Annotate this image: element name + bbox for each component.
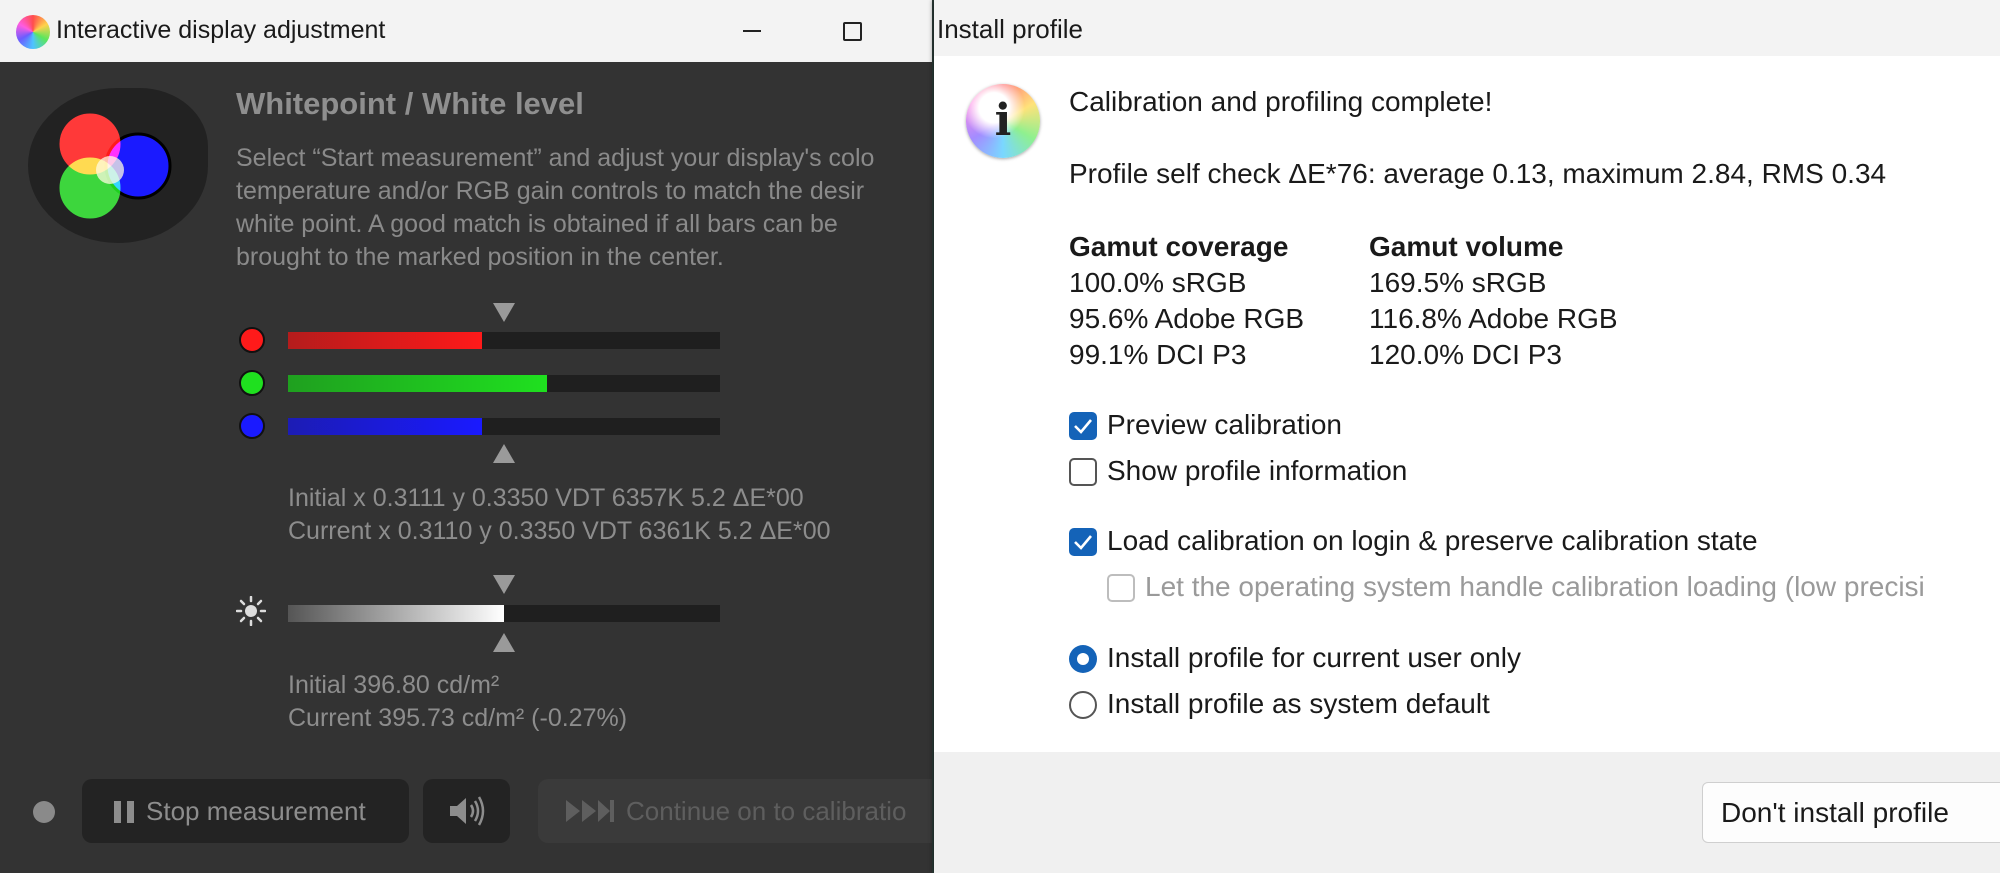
section-heading: Whitepoint / White level xyxy=(236,86,584,121)
gamut-coverage-adobe-rgb: 95.6% Adobe RGB xyxy=(1069,303,1305,334)
luminance-marker-bottom xyxy=(493,633,515,652)
red-indicator-dot xyxy=(239,327,265,353)
luminance-fill xyxy=(288,605,504,622)
self-check-result: Profile self check ΔE*76: average 0.13, … xyxy=(1069,158,1887,189)
gamut-volume-header: Gamut volume xyxy=(1369,231,1564,262)
green-gain-fill xyxy=(288,375,548,392)
info-icon: i xyxy=(966,84,1040,158)
luminance-bar xyxy=(288,605,720,622)
stop-measurement-button[interactable]: Stop measurement xyxy=(82,779,409,843)
maximize-icon xyxy=(842,21,862,41)
left-window-titlebar[interactable]: Interactive display adjustment xyxy=(0,0,932,62)
pause-icon xyxy=(114,801,136,823)
measurement-status-dot xyxy=(33,801,55,823)
load-calibration-label[interactable]: Load calibration on login & preserve cal… xyxy=(1107,525,1758,557)
gamut-volume-dci-p3: 120.0% DCI P3 xyxy=(1369,339,1562,370)
os-handle-calibration-checkbox[interactable] xyxy=(1107,574,1135,602)
install-current-user-radio[interactable] xyxy=(1069,645,1097,673)
load-calibration-checkbox[interactable] xyxy=(1069,528,1097,556)
red-gain-fill xyxy=(288,332,483,349)
left-window-title: Interactive display adjustment xyxy=(56,16,386,44)
blue-gain-fill xyxy=(288,418,483,435)
continue-to-calibration-button[interactable]: Continue on to calibratio xyxy=(538,779,932,843)
show-profile-info-checkbox[interactable] xyxy=(1069,458,1097,486)
green-indicator-dot xyxy=(239,370,265,396)
speaker-icon xyxy=(450,796,485,826)
luminance-current: Current 395.73 cd/m² (-0.27%) xyxy=(288,704,628,732)
blue-indicator-dot xyxy=(239,413,265,439)
sound-toggle-button[interactable] xyxy=(423,779,510,843)
luminance-marker-top xyxy=(493,575,515,594)
preview-calibration-label[interactable]: Preview calibration xyxy=(1107,409,1342,441)
gamut-volume-adobe-rgb: 116.8% Adobe RGB xyxy=(1369,303,1618,334)
dialog-title: Install profile xyxy=(937,14,1083,44)
luminance-initial: Initial 396.80 cd/m² xyxy=(288,671,500,699)
target-marker-bottom xyxy=(493,444,515,463)
fast-forward-icon xyxy=(566,800,614,822)
stop-measurement-label: Stop measurement xyxy=(146,796,366,826)
target-marker-top xyxy=(493,303,515,322)
install-profile-dialog: Install profile i Calibration and profil… xyxy=(934,0,2000,873)
checkmark-icon xyxy=(1074,535,1092,550)
gamut-coverage-header: Gamut coverage xyxy=(1069,231,1289,262)
instructions-text: Select “Start measurement” and adjust yo… xyxy=(236,144,875,271)
minimize-button[interactable] xyxy=(730,10,774,50)
interactive-display-adjustment-window: Interactive display adjustment Whitepoin… xyxy=(0,0,932,873)
completion-message: Calibration and profiling complete! xyxy=(1069,86,1493,117)
install-current-user-label[interactable]: Install profile for current user only xyxy=(1107,642,1521,674)
blue-gain-bar xyxy=(288,418,720,435)
gamut-coverage-srgb: 100.0% sRGB xyxy=(1069,267,1247,298)
install-system-default-label[interactable]: Install profile as system default xyxy=(1107,688,1490,720)
red-gain-bar xyxy=(288,332,720,349)
dont-install-profile-button[interactable]: Don't install profile xyxy=(1702,782,2000,843)
maximize-button[interactable] xyxy=(830,10,874,50)
minimize-icon xyxy=(743,30,761,33)
install-system-default-radio[interactable] xyxy=(1069,691,1097,719)
rgb-logo-icon xyxy=(56,110,172,222)
gamut-volume-srgb: 169.5% sRGB xyxy=(1369,267,1547,298)
app-icon xyxy=(16,15,50,49)
whitepoint-initial: Initial x 0.3111 y 0.3350 VDT 6357K 5.2 … xyxy=(288,484,804,512)
sun-icon xyxy=(236,596,266,626)
checkmark-icon xyxy=(1074,419,1092,434)
gamut-coverage-dci-p3: 99.1% DCI P3 xyxy=(1069,339,1247,370)
whitepoint-current: Current x 0.3110 y 0.3350 VDT 6361K 5.2 … xyxy=(288,517,831,545)
os-handle-calibration-label: Let the operating system handle calibrat… xyxy=(1145,571,1925,602)
right-window-titlebar[interactable]: Install profile xyxy=(934,0,2000,56)
show-profile-info-label[interactable]: Show profile information xyxy=(1107,455,1407,487)
preview-calibration-checkbox[interactable] xyxy=(1069,412,1097,440)
green-gain-bar xyxy=(288,375,720,392)
continue-label: Continue on to calibratio xyxy=(626,796,907,826)
